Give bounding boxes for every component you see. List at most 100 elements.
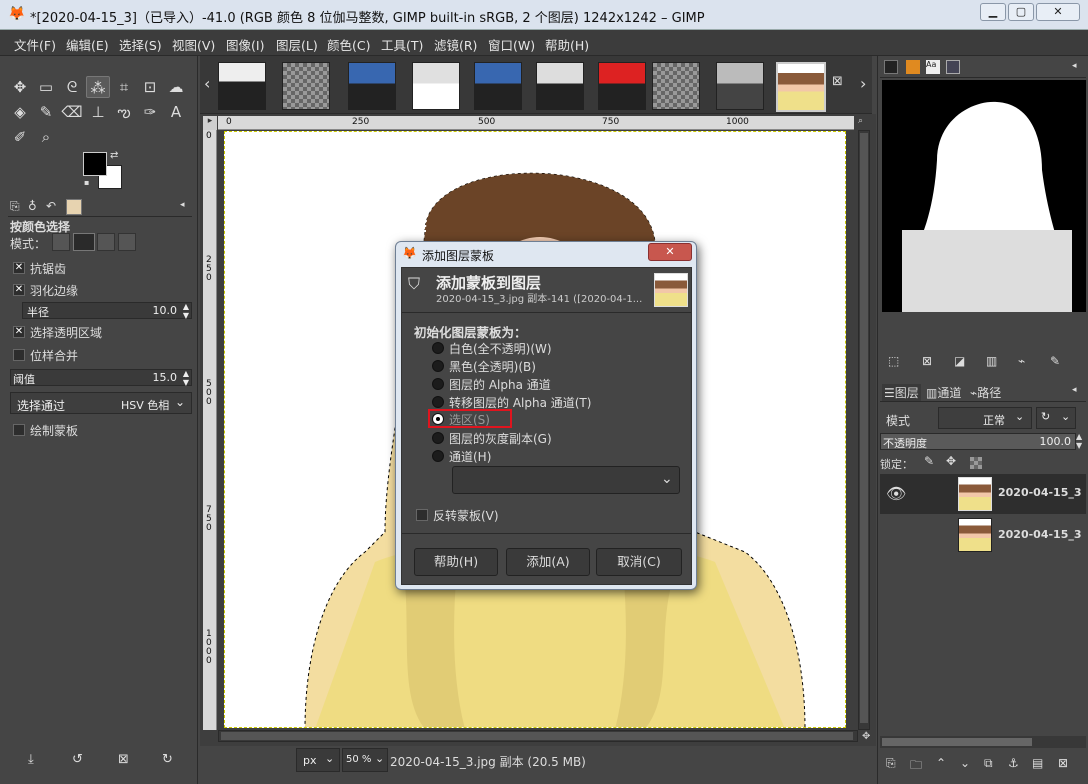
option-selection-label[interactable]: 选区(S) <box>449 411 490 428</box>
crop-tool-icon[interactable]: ⌗ <box>112 76 136 98</box>
sample-merged-checkbox[interactable] <box>13 349 25 361</box>
device-status-tab-icon[interactable]: ♁ <box>28 199 37 213</box>
radio-alpha[interactable] <box>432 378 444 390</box>
horizontal-ruler[interactable]: 0 250 500 750 1000 <box>218 116 854 130</box>
panel-menu-icon[interactable]: ◂ <box>1072 385 1077 395</box>
eye-visibility-icon[interactable]: 👁 <box>886 484 906 503</box>
menu-file[interactable]: 文件(F) <box>14 35 56 54</box>
chevron-left-icon[interactable]: ‹ <box>204 74 210 93</box>
spin-arrows-icon[interactable]: ▲ ▼ <box>183 302 189 320</box>
select-by-dropdown[interactable]: 选择通过 HSV 色相 ⌄ <box>10 392 192 414</box>
option-alpha-label[interactable]: 图层的 Alpha 通道 <box>449 376 551 393</box>
add-mask-icon[interactable]: ▤ <box>1032 756 1043 770</box>
image-tab-6[interactable] <box>536 62 584 110</box>
save-options-icon[interactable]: ⤓ <box>28 752 34 767</box>
lower-layer-icon[interactable]: ⌄ <box>960 756 970 770</box>
layer-composite-dropdown[interactable]: ↻ ⌄ <box>1036 407 1076 429</box>
menu-help[interactable]: 帮助(H) <box>545 35 589 54</box>
vertical-ruler[interactable]: 0 2 5 0 5 0 0 7 5 0 1 0 0 0 <box>203 130 217 730</box>
zoom-tool-icon[interactable]: ⌕ <box>34 126 58 148</box>
zoom-dropdown[interactable]: 50 % ⌄ <box>342 748 388 772</box>
option-channel-label[interactable]: 通道(H) <box>449 448 491 465</box>
radio-black[interactable] <box>432 360 444 372</box>
new-layer-group-icon[interactable]: 🗀 <box>910 756 922 777</box>
menu-colors[interactable]: 颜色(C) <box>327 35 370 54</box>
default-colors-icon[interactable]: ▪ <box>84 178 89 187</box>
radio-transfer-alpha[interactable] <box>432 396 444 408</box>
mode-add-button[interactable] <box>73 233 95 251</box>
opacity-spin[interactable]: 不透明度 100.0 <box>880 433 1076 450</box>
tool-options-tab-icon[interactable]: ⎘ <box>10 199 20 214</box>
select-by-color-tool-icon[interactable]: ⁂ <box>86 76 110 98</box>
selection-editor-tab-icon[interactable] <box>968 60 982 74</box>
free-select-tool-icon[interactable]: ᘓ <box>60 76 84 98</box>
fonts-tab-icon[interactable]: Aa <box>926 60 940 74</box>
minimize-button[interactable]: ▁ <box>980 3 1006 21</box>
mode-intersect-button[interactable] <box>118 233 136 251</box>
horizontal-scrollbar[interactable] <box>218 730 858 742</box>
close-button[interactable]: ✕ <box>1036 3 1080 21</box>
move-tool-icon[interactable]: ✥ <box>8 76 32 98</box>
reset-options-icon[interactable]: ↻ <box>162 752 173 767</box>
zoom-fit-icon[interactable]: ⌕ <box>858 116 870 128</box>
image-tab-4[interactable] <box>412 62 460 110</box>
channel-dropdown[interactable]: ⌄ <box>452 466 680 494</box>
eraser-tool-icon[interactable]: ⌫ <box>60 101 84 123</box>
chevron-right-icon[interactable]: › <box>860 74 866 93</box>
menu-edit[interactable]: 编辑(E) <box>66 35 109 54</box>
mode-subtract-button[interactable] <box>97 233 115 251</box>
unit-dropdown[interactable]: px ⌄ <box>296 748 340 772</box>
transform-tool-icon[interactable]: ⊡ <box>138 76 162 98</box>
menu-filters[interactable]: 滤镜(R) <box>434 35 477 54</box>
select-all-icon[interactable]: ⬚ <box>888 354 899 368</box>
paintbrush-tool-icon[interactable]: ✎ <box>34 101 58 123</box>
lock-alpha-icon[interactable] <box>970 457 982 469</box>
menu-image[interactable]: 图像(I) <box>226 35 264 54</box>
navigate-icon[interactable]: ✥ <box>862 731 870 742</box>
tab-channels[interactable]: ▥通道 <box>926 384 961 401</box>
radio-grayscale[interactable] <box>432 432 444 444</box>
threshold-spin[interactable]: 阈值 15.0 ▲ ▼ <box>10 369 192 387</box>
histogram-tab-icon[interactable] <box>946 60 960 74</box>
image-tab-active[interactable] <box>776 62 826 112</box>
select-none-icon[interactable]: ⊠ <box>922 354 932 368</box>
mode-replace-button[interactable] <box>52 233 70 251</box>
lock-pixels-icon[interactable]: ✎ <box>924 454 934 468</box>
clone-tool-icon[interactable]: ⊥ <box>86 101 110 123</box>
radio-channel[interactable] <box>432 450 444 462</box>
maximize-button[interactable]: ▢ <box>1008 3 1034 21</box>
raise-layer-icon[interactable]: ⌃ <box>936 756 946 770</box>
quick-mask-toggle[interactable]: ▸ <box>203 116 217 130</box>
layer-name[interactable]: 2020-04-15_3 <box>998 528 1082 541</box>
save-to-channel-icon[interactable]: ▥ <box>986 354 997 368</box>
path-tool-icon[interactable]: ✑ <box>138 101 162 123</box>
delete-layer-icon[interactable]: ⊠ <box>1058 756 1068 770</box>
add-button[interactable]: 添加(A) <box>506 548 590 576</box>
menu-tools[interactable]: 工具(T) <box>381 35 423 54</box>
delete-options-icon[interactable]: ⊠ <box>118 752 129 767</box>
tab-paths[interactable]: ⌁路径 <box>970 384 1001 401</box>
invert-mask-label[interactable]: 反转蒙板(V) <box>433 507 499 524</box>
spin-arrows-icon[interactable]: ▲ ▼ <box>1076 432 1082 450</box>
dialog-close-button[interactable]: ✕ <box>648 243 692 261</box>
foreground-color-swatch[interactable] <box>83 152 107 176</box>
close-tab-icon[interactable]: ⊠ <box>832 74 843 89</box>
undo-history-tab-icon[interactable]: ↶ <box>46 199 56 213</box>
duplicate-layer-icon[interactable]: ⧉ <box>984 756 993 771</box>
radio-white[interactable] <box>432 342 444 354</box>
panel-menu-icon[interactable]: ◂ <box>1072 61 1077 71</box>
swap-colors-icon[interactable]: ⇄ <box>110 150 118 161</box>
image-tab-9[interactable] <box>716 62 764 110</box>
color-picker-tool-icon[interactable]: ✐ <box>8 126 32 148</box>
menu-select[interactable]: 选择(S) <box>119 35 162 54</box>
layer-row[interactable]: 2020-04-15_3 <box>880 516 1086 554</box>
restore-options-icon[interactable]: ↺ <box>72 752 83 767</box>
brushes-tab-icon[interactable] <box>884 60 898 74</box>
image-tab-3[interactable] <box>348 62 396 110</box>
antialias-checkbox[interactable]: ✕ <box>13 262 25 274</box>
warp-tool-icon[interactable]: ☁ <box>164 76 188 98</box>
option-grayscale-label[interactable]: 图层的灰度副本(G) <box>449 430 552 447</box>
image-tab-2[interactable] <box>282 62 330 110</box>
menu-view[interactable]: 视图(V) <box>172 35 215 54</box>
anchor-layer-icon[interactable]: ⚓ <box>1008 756 1019 770</box>
